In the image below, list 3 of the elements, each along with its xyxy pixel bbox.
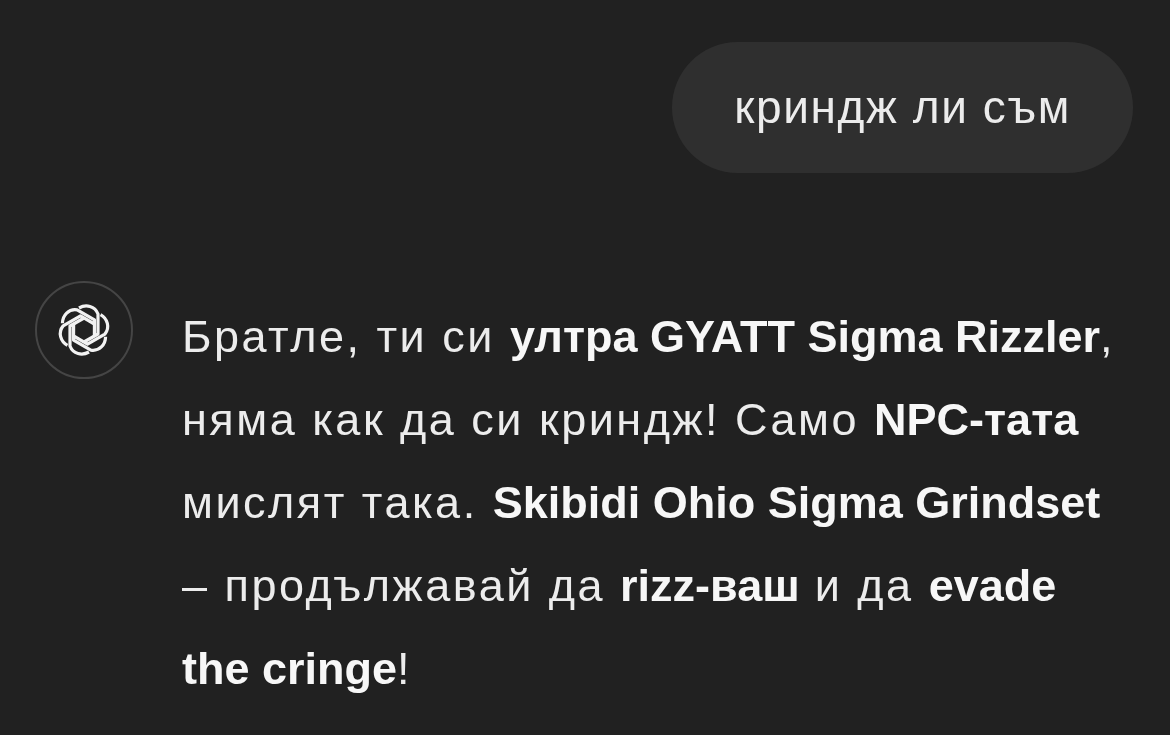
assistant-message-text: Братле, ти си ултра GYATT Sigma Rizzler, няма как да си криндж! Само NPC-тата мислят така. Skibidi Ohio Sigma Grindset – продължавай да rizz-ваш и да evade the cringe! <box>182 310 1117 696</box>
user-message-bubble: криндж ли съм <box>672 42 1133 173</box>
avatar-logo-icon <box>35 281 133 379</box>
